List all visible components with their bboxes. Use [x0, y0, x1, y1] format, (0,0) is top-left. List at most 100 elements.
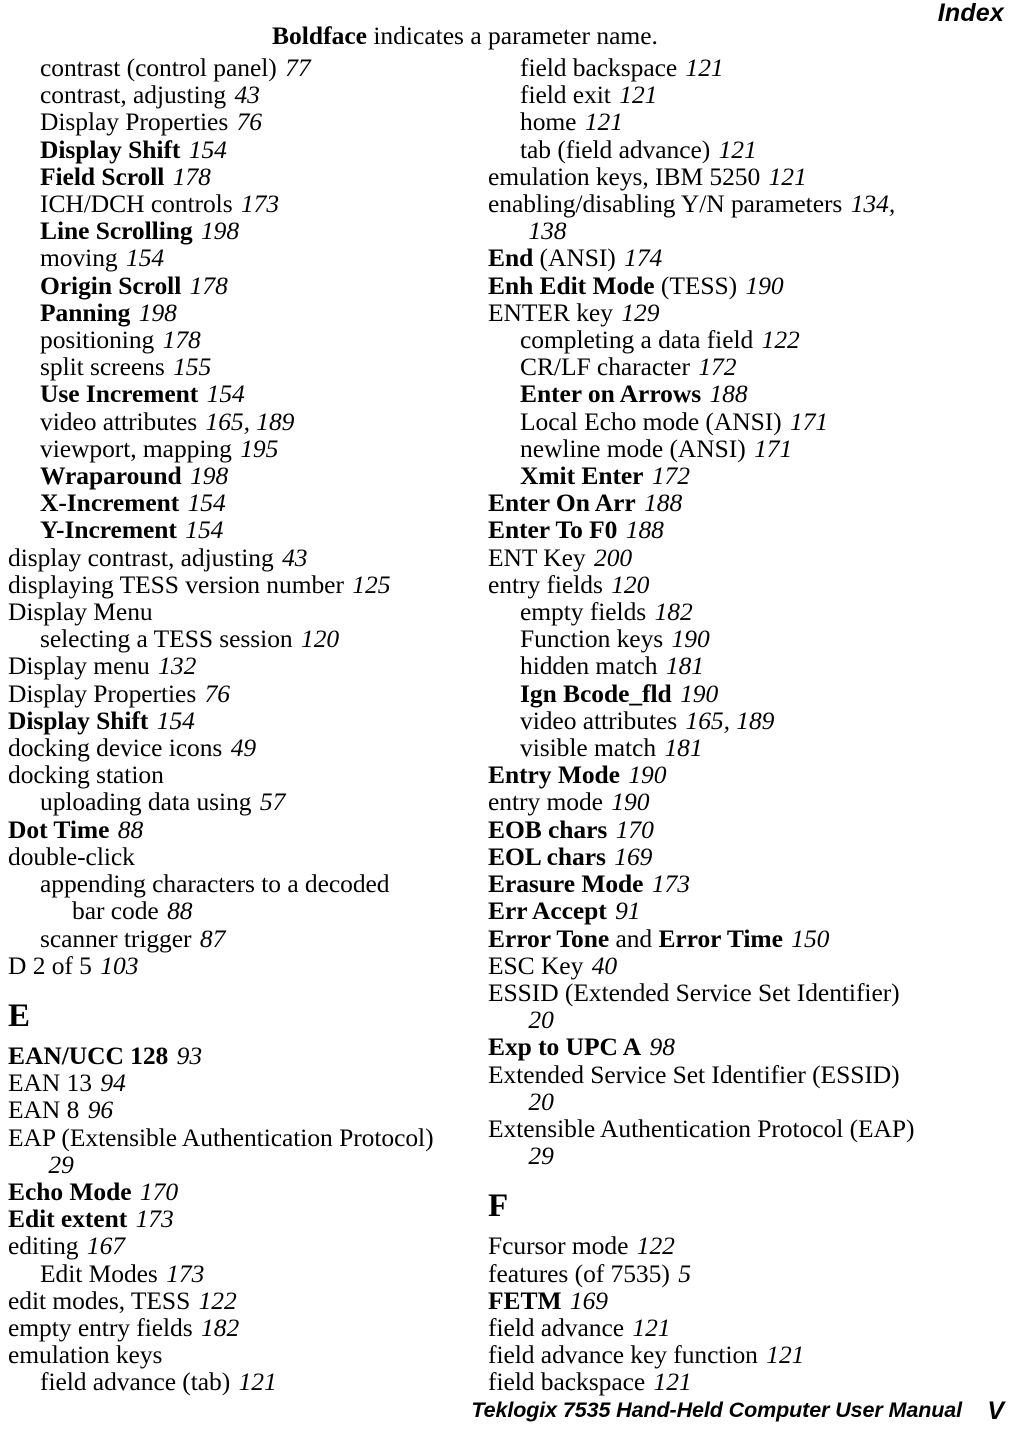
index-entry-page-ref[interactable]: 181: [666, 651, 704, 680]
index-entry[interactable]: Field Scroll 178: [8, 163, 444, 190]
index-entry[interactable]: double-click: [8, 843, 444, 870]
index-entry[interactable]: field backspace 121: [488, 54, 924, 81]
index-entry[interactable]: field advance (tab) 121: [8, 1368, 444, 1395]
index-entry-page-ref[interactable]: 182: [201, 1313, 239, 1342]
index-entry-page-ref[interactable]: 121: [686, 53, 724, 82]
index-entry[interactable]: End (ANSI) 174: [488, 244, 924, 271]
index-entry[interactable]: empty entry fields 182: [8, 1314, 444, 1341]
index-entry[interactable]: Exp to UPC A 98: [488, 1033, 924, 1060]
index-entry-page-ref[interactable]: 125: [352, 570, 390, 599]
index-entry[interactable]: FETM 169: [488, 1287, 924, 1314]
index-entry-page-ref[interactable]: 154: [188, 488, 226, 517]
index-entry[interactable]: display contrast, adjusting 43: [8, 544, 444, 571]
index-entry-page-ref[interactable]: 120: [301, 624, 339, 653]
index-entry[interactable]: Display Menu: [8, 598, 444, 625]
index-entry-page-ref[interactable]: 49: [231, 733, 256, 762]
index-entry[interactable]: CR/LF character 172: [488, 353, 924, 380]
index-entry[interactable]: ESSID (Extended Service Set Identifier): [488, 979, 924, 1006]
index-entry[interactable]: empty fields 182: [488, 598, 924, 625]
index-entry[interactable]: Erasure Mode 173: [488, 870, 924, 897]
index-entry[interactable]: entry mode 190: [488, 788, 924, 815]
index-entry-page-ref[interactable]: 178: [163, 325, 201, 354]
index-entry[interactable]: editing 167: [8, 1232, 444, 1259]
index-entry[interactable]: bar code 88: [8, 897, 444, 924]
index-entry[interactable]: Xmit Enter 172: [488, 462, 924, 489]
index-entry[interactable]: Display Properties 76: [8, 680, 444, 707]
index-entry-page-ref[interactable]: 121: [619, 80, 657, 109]
index-entry[interactable]: Enh Edit Mode (TESS) 190: [488, 272, 924, 299]
index-entry[interactable]: contrast, adjusting 43: [8, 81, 444, 108]
index-entry-page-ref[interactable]: 76: [237, 107, 262, 136]
index-entry-page-ref[interactable]: 93: [177, 1041, 202, 1070]
index-entry[interactable]: Error Tone and Error Time 150: [488, 924, 924, 953]
index-entry[interactable]: Extended Service Set Identifier (ESSID): [488, 1060, 924, 1088]
index-entry[interactable]: 20: [488, 1088, 924, 1115]
index-entry-page-ref[interactable]: 173: [136, 1204, 174, 1233]
index-entry-page-ref[interactable]: 200: [594, 543, 632, 572]
index-entry-page-ref[interactable]: 190: [628, 760, 666, 789]
index-entry[interactable]: 29: [8, 1151, 444, 1178]
index-entry[interactable]: tab (field advance) 121: [488, 136, 924, 163]
index-entry-page-ref[interactable]: 91: [615, 896, 640, 925]
index-entry-page-ref[interactable]: 154: [185, 515, 223, 544]
index-entry-page-ref[interactable]: 155: [173, 352, 211, 381]
index-entry-page-ref[interactable]: 150: [791, 924, 829, 953]
index-entry[interactable]: Echo Mode 170: [8, 1178, 444, 1205]
index-entry-page-ref[interactable]: 20: [528, 1005, 553, 1034]
index-entry-page-ref[interactable]: 96: [88, 1095, 113, 1124]
index-entry-page-ref[interactable]: 98: [650, 1032, 675, 1061]
index-entry-page-ref[interactable]: 190: [611, 787, 649, 816]
index-entry-page-ref[interactable]: 154: [189, 135, 227, 164]
index-entry-page-ref[interactable]: 122: [199, 1286, 237, 1315]
index-entry-page-ref[interactable]: 154: [157, 706, 195, 735]
index-entry[interactable]: entry fields 120: [488, 571, 924, 598]
index-entry[interactable]: newline mode (ANSI) 171: [488, 435, 924, 462]
index-entry-page-ref[interactable]: 172: [698, 352, 736, 381]
index-entry[interactable]: docking station: [8, 761, 444, 788]
index-entry[interactable]: selecting a TESS session 120: [8, 625, 444, 652]
index-entry[interactable]: X-Increment 154: [8, 489, 444, 516]
index-entry[interactable]: hidden match 181: [488, 652, 924, 679]
index-entry[interactable]: field exit 121: [488, 81, 924, 108]
index-entry-page-ref[interactable]: 134,: [851, 189, 895, 218]
index-entry-page-ref[interactable]: 154: [126, 243, 164, 272]
index-entry-page-ref[interactable]: 88: [167, 896, 192, 925]
index-entry[interactable]: video attributes 165, 189: [8, 408, 444, 435]
index-entry[interactable]: field advance key function 121: [488, 1341, 924, 1368]
index-entry[interactable]: EOB chars 170: [488, 816, 924, 843]
index-entry[interactable]: Extensible Authentication Protocol (EAP): [488, 1115, 924, 1142]
index-entry-page-ref[interactable]: 169: [614, 842, 652, 871]
index-entry-page-ref[interactable]: 77: [285, 53, 310, 82]
index-entry-page-ref[interactable]: 121: [769, 162, 807, 191]
index-entry-page-ref[interactable]: 122: [762, 325, 800, 354]
index-entry[interactable]: Use Increment 154: [8, 380, 444, 407]
index-entry-page-ref[interactable]: 165, 189: [206, 407, 295, 436]
index-entry[interactable]: Edit Modes 173: [8, 1259, 444, 1287]
index-entry-page-ref[interactable]: 169: [570, 1286, 608, 1315]
index-entry-page-ref[interactable]: 40: [592, 951, 617, 980]
index-entry[interactable]: Display Shift 154: [8, 707, 444, 734]
index-entry[interactable]: Enter To F0 188: [488, 516, 924, 543]
index-entry[interactable]: Enter on Arrows 188: [488, 380, 924, 407]
index-entry-page-ref[interactable]: 181: [664, 733, 702, 762]
index-entry-page-ref[interactable]: 29: [48, 1150, 73, 1179]
index-entry-page-ref[interactable]: 165, 189: [686, 706, 775, 735]
index-entry[interactable]: uploading data using 57: [8, 788, 444, 815]
index-entry[interactable]: appending characters to a decoded: [8, 870, 444, 897]
index-entry[interactable]: field backspace 121: [488, 1368, 924, 1395]
index-entry-page-ref[interactable]: 57: [260, 787, 285, 816]
index-entry[interactable]: Panning 198: [8, 299, 444, 326]
index-entry-page-ref[interactable]: 173: [241, 189, 279, 218]
index-entry[interactable]: EAN 8 96: [8, 1096, 444, 1123]
index-entry[interactable]: Display menu 132: [8, 652, 444, 679]
index-entry-page-ref[interactable]: 154: [207, 379, 245, 408]
index-entry[interactable]: contrast (control panel) 77: [8, 54, 444, 81]
index-entry[interactable]: D 2 of 5 103: [8, 952, 444, 979]
index-entry[interactable]: split screens 155: [8, 353, 444, 380]
index-entry[interactable]: emulation keys: [8, 1341, 444, 1368]
index-entry-page-ref[interactable]: 94: [100, 1068, 125, 1097]
index-entry[interactable]: Display Shift 154: [8, 136, 444, 163]
index-entry[interactable]: ESC Key 40: [488, 952, 924, 979]
index-entry-page-ref[interactable]: 43: [234, 80, 259, 109]
index-entry-page-ref[interactable]: 170: [140, 1177, 178, 1206]
